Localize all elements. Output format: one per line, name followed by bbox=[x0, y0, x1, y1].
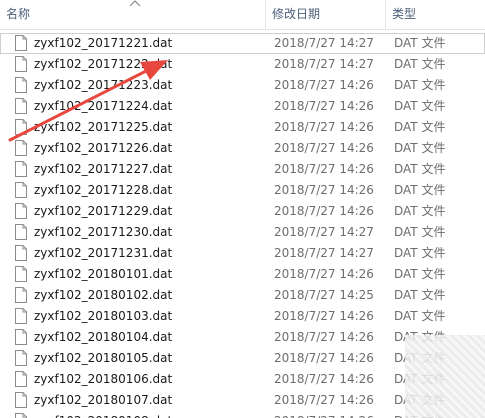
document-icon bbox=[15, 350, 27, 366]
column-header-name[interactable]: 名称 bbox=[0, 0, 265, 30]
document-icon bbox=[15, 35, 27, 51]
document-icon bbox=[15, 161, 27, 177]
file-type: DAT 文件 bbox=[394, 99, 446, 113]
file-date: 2018/7/27 14:26 bbox=[274, 351, 374, 365]
file-type: DAT 文件 bbox=[394, 267, 446, 281]
file-name: zyxf102_20171231.dat bbox=[34, 246, 173, 260]
document-icon bbox=[15, 287, 27, 303]
file-date: 2018/7/27 14:26 bbox=[274, 411, 374, 418]
file-row[interactable]: zyxf102_20180101.dat 2018/7/27 14:26 DAT 文… bbox=[0, 264, 485, 285]
file-type: DAT 文件 bbox=[394, 288, 446, 302]
file-date: 2018/7/27 14:26 bbox=[274, 393, 374, 407]
file-name: zyxf102_20180108.dat bbox=[34, 411, 172, 418]
file-date: 2018/7/27 14:26 bbox=[274, 141, 374, 155]
document-icon bbox=[15, 98, 27, 114]
file-row[interactable]: zyxf102_20171227.dat 2018/7/27 14:26 DAT 文… bbox=[0, 159, 485, 180]
document-icon bbox=[15, 329, 27, 345]
file-type: DAT 文件 bbox=[394, 36, 446, 50]
document-icon bbox=[15, 224, 27, 240]
file-name: zyxf102_20171222.dat bbox=[34, 57, 173, 71]
document-icon bbox=[15, 140, 27, 156]
file-row[interactable]: zyxf102_20171228.dat 2018/7/27 14:26 DAT 文… bbox=[0, 180, 485, 201]
file-name: zyxf102_20171224.dat bbox=[34, 99, 173, 113]
watermark-blur bbox=[405, 335, 485, 418]
file-name: zyxf102_20180104.dat bbox=[34, 330, 173, 344]
file-type: DAT 文件 bbox=[394, 183, 446, 197]
file-date: 2018/7/27 14:27 bbox=[274, 36, 374, 50]
column-header-name-label: 名称 bbox=[6, 7, 31, 21]
document-icon bbox=[15, 56, 27, 72]
file-row[interactable]: zyxf102_20171230.dat 2018/7/27 14:27 DAT 文… bbox=[0, 222, 485, 243]
file-type: DAT 文件 bbox=[394, 141, 446, 155]
document-icon bbox=[15, 392, 27, 408]
chevron-up-icon bbox=[129, 0, 141, 7]
file-name: zyxf102_20180103.dat bbox=[34, 309, 173, 323]
file-date: 2018/7/27 14:26 bbox=[274, 309, 374, 323]
document-icon bbox=[15, 371, 27, 387]
file-date: 2018/7/27 14:26 bbox=[274, 267, 374, 281]
file-row[interactable]: zyxf102_20171226.dat 2018/7/27 14:26 DAT 文… bbox=[0, 138, 485, 159]
file-name: zyxf102_20171225.dat bbox=[34, 120, 173, 134]
document-icon bbox=[15, 266, 27, 282]
file-row[interactable]: zyxf102_20171229.dat 2018/7/27 14:26 DAT 文… bbox=[0, 201, 485, 222]
file-name: zyxf102_20180102.dat bbox=[34, 288, 173, 302]
file-date: 2018/7/27 14:26 bbox=[274, 372, 374, 386]
file-name: zyxf102_20180101.dat bbox=[34, 267, 173, 281]
file-row[interactable]: zyxf102_20171221.dat 2018/7/27 14:27 DAT 文… bbox=[0, 33, 485, 54]
file-type: DAT 文件 bbox=[394, 225, 446, 239]
file-date: 2018/7/27 14:25 bbox=[274, 288, 374, 302]
document-icon bbox=[15, 203, 27, 219]
file-name: zyxf102_20171223.dat bbox=[34, 78, 173, 92]
file-date: 2018/7/27 14:26 bbox=[274, 183, 374, 197]
file-date: 2018/7/27 14:27 bbox=[274, 225, 374, 239]
file-name: zyxf102_20180105.dat bbox=[34, 351, 173, 365]
document-icon bbox=[15, 77, 27, 93]
file-date: 2018/7/27 14:26 bbox=[274, 120, 374, 134]
file-row[interactable]: zyxf102_20171231.dat 2018/7/27 14:27 DAT 文… bbox=[0, 243, 485, 264]
document-icon bbox=[15, 308, 27, 324]
file-date: 2018/7/27 14:26 bbox=[274, 330, 374, 344]
file-name: zyxf102_20171227.dat bbox=[34, 162, 173, 176]
file-name: zyxf102_20180106.dat bbox=[34, 372, 173, 386]
file-row[interactable]: zyxf102_20171223.dat 2018/7/27 14:26 DAT 文… bbox=[0, 75, 485, 96]
file-name: zyxf102_20171221.dat bbox=[34, 36, 173, 50]
file-name: zyxf102_20171226.dat bbox=[34, 141, 173, 155]
file-date: 2018/7/27 14:26 bbox=[274, 162, 374, 176]
file-date: 2018/7/27 14:26 bbox=[274, 78, 374, 92]
file-name: zyxf102_20171229.dat bbox=[34, 204, 173, 218]
file-row[interactable]: zyxf102_20171222.dat 2018/7/27 14:27 DAT 文… bbox=[0, 54, 485, 75]
column-header-type-label: 类型 bbox=[392, 7, 417, 21]
column-header-date[interactable]: 修改日期 bbox=[265, 0, 384, 30]
file-row[interactable]: zyxf102_20180103.dat 2018/7/27 14:26 DAT 文… bbox=[0, 306, 485, 327]
column-header-type[interactable]: 类型 bbox=[385, 0, 485, 30]
file-row[interactable]: zyxf102_20171224.dat 2018/7/27 14:26 DAT 文… bbox=[0, 96, 485, 117]
file-name: zyxf102_20171228.dat bbox=[34, 183, 173, 197]
column-header-date-label: 修改日期 bbox=[272, 7, 321, 21]
file-type: DAT 文件 bbox=[394, 120, 446, 134]
document-icon bbox=[15, 182, 27, 198]
file-date: 2018/7/27 14:27 bbox=[274, 246, 374, 260]
file-type: DAT 文件 bbox=[394, 246, 446, 260]
file-type: DAT 文件 bbox=[394, 309, 446, 323]
file-row[interactable]: zyxf102_20180102.dat 2018/7/27 14:25 DAT 文… bbox=[0, 285, 485, 306]
document-icon bbox=[15, 413, 27, 418]
file-type: DAT 文件 bbox=[394, 78, 446, 92]
file-type: DAT 文件 bbox=[394, 57, 446, 71]
document-icon bbox=[15, 119, 27, 135]
document-icon bbox=[15, 245, 27, 261]
file-name: zyxf102_20171230.dat bbox=[34, 225, 173, 239]
file-name: zyxf102_20180107.dat bbox=[34, 393, 173, 407]
file-date: 2018/7/27 14:26 bbox=[274, 99, 374, 113]
file-type: DAT 文件 bbox=[394, 204, 446, 218]
column-header-bar: 名称 修改日期 类型 bbox=[0, 0, 485, 30]
file-date: 2018/7/27 14:27 bbox=[274, 57, 374, 71]
file-type: DAT 文件 bbox=[394, 162, 446, 176]
file-date: 2018/7/27 14:26 bbox=[274, 204, 374, 218]
file-row[interactable]: zyxf102_20171225.dat 2018/7/27 14:26 DAT 文… bbox=[0, 117, 485, 138]
